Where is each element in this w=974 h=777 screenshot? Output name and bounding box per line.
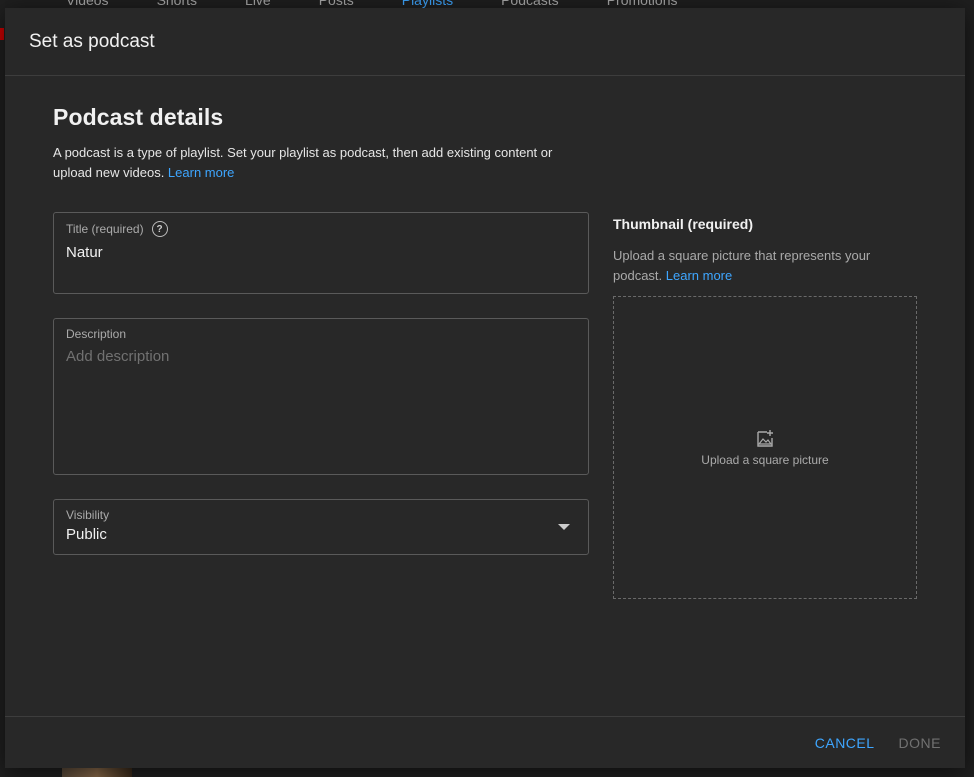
help-icon[interactable]: ? (151, 221, 168, 237)
thumbnail-heading: Thumbnail (required) (613, 216, 753, 232)
background-tab: Live (245, 0, 271, 8)
title-field-label: Title (required) ? (66, 221, 576, 237)
upload-label: Upload a square picture (701, 452, 829, 467)
background-tab-active: Playlists (401, 0, 454, 8)
thumbnail-description-text: Upload a square picture that represents … (613, 248, 871, 283)
thumbnail-upload-area[interactable]: Upload a square picture (613, 296, 917, 599)
dialog-header: Set as podcast (5, 8, 965, 76)
dialog-content: Podcast details A podcast is a type of p… (53, 104, 923, 599)
podcast-details-description: A podcast is a type of playlist. Set you… (53, 143, 573, 183)
title-field[interactable]: Title (required) ? Natur (53, 212, 589, 294)
cancel-button[interactable]: CANCEL (815, 735, 875, 751)
thumbnail-description: Upload a square picture that represents … (613, 246, 919, 286)
form-column: Title (required) ? Natur Description Add… (53, 212, 589, 555)
background-logo-mark (0, 28, 4, 40)
background-tab: Posts (318, 0, 354, 8)
set-as-podcast-dialog: Set as podcast Podcast details A podcast… (5, 8, 965, 768)
done-button[interactable]: DONE (899, 735, 941, 751)
description-input[interactable]: Add description (66, 348, 576, 365)
podcast-details-text: A podcast is a type of playlist. Set you… (53, 145, 553, 180)
title-label-text: Title (required) (66, 222, 144, 236)
title-input[interactable]: Natur (66, 244, 576, 261)
background-tab: Videos (66, 0, 109, 8)
thumbnail-column: Thumbnail (required) Upload a square pic… (613, 216, 919, 599)
thumbnail-learn-more-link[interactable]: Learn more (666, 268, 732, 283)
background-tab: Podcasts (501, 0, 559, 8)
visibility-field-label: Visibility (66, 508, 110, 522)
podcast-details-heading: Podcast details (53, 104, 224, 130)
description-field-label: Description (66, 327, 127, 341)
visibility-value: Public (66, 526, 107, 543)
dropdown-arrow-icon[interactable] (558, 524, 570, 530)
learn-more-link[interactable]: Learn more (168, 165, 234, 180)
add-photo-icon (757, 429, 773, 447)
description-field[interactable]: Description Add description (53, 318, 589, 475)
background-tab: Promotions (606, 0, 678, 8)
dialog-footer: CANCEL DONE (5, 716, 965, 768)
visibility-select[interactable]: Visibility Public (53, 499, 589, 555)
dialog-title: Set as podcast (29, 30, 155, 52)
background-tab: Shorts (156, 0, 198, 8)
background-tabs: Videos Shorts Live Posts Playlists Podca… (66, 0, 726, 8)
